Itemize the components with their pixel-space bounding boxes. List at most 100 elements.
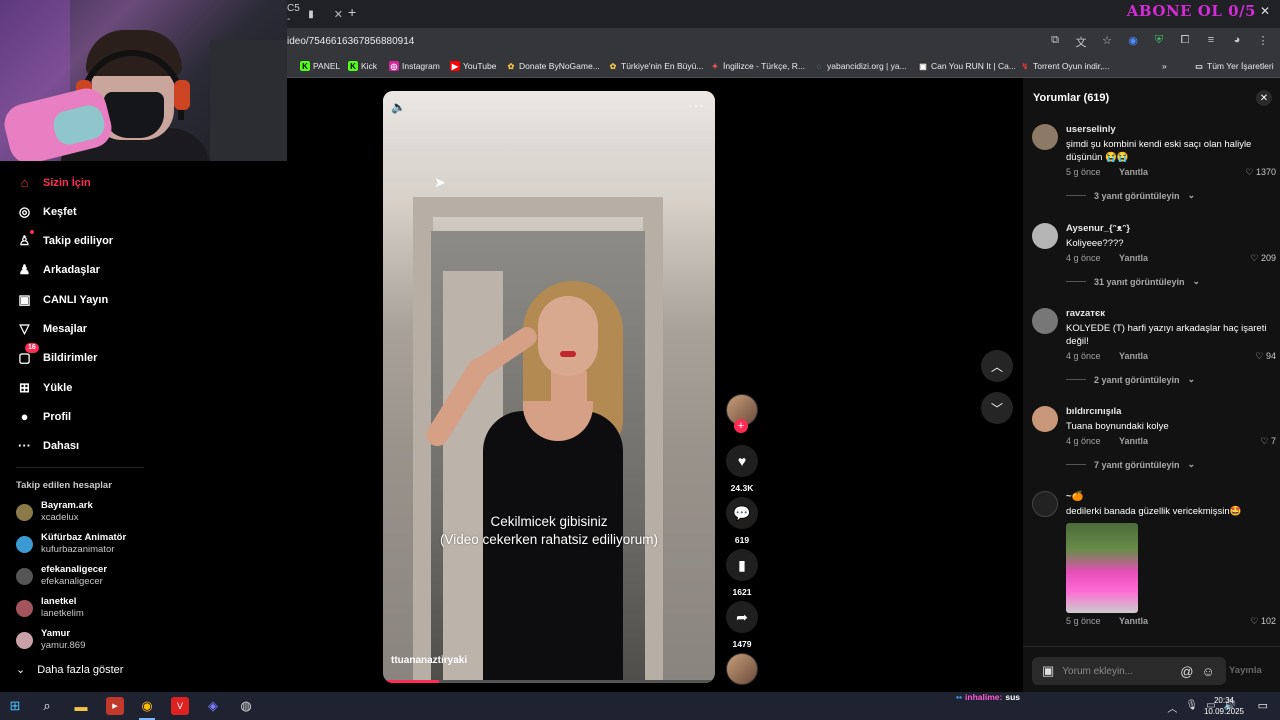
- followed-account[interactable]: Yamur yamur.869: [16, 628, 85, 652]
- comment-username[interactable]: bıldırcınışıla: [1066, 406, 1276, 418]
- avatar[interactable]: [1032, 491, 1058, 517]
- comment-like-button[interactable]: ♡ 209: [1250, 253, 1276, 264]
- obs-icon[interactable]: ◍: [237, 697, 255, 715]
- nav-notifications[interactable]: ▢ 16 Bildirimler: [16, 343, 97, 366]
- bookmark-youtube[interactable]: ▶ YouTube: [450, 61, 496, 71]
- bookmark-torrent[interactable]: ↯ Torrent Oyun indir,...: [1020, 61, 1110, 71]
- comment-like-button[interactable]: ♡ 7: [1260, 436, 1276, 447]
- reply-button[interactable]: Yanıtla: [1119, 436, 1148, 446]
- shield-icon[interactable]: ⛨: [1152, 34, 1166, 50]
- view-replies-button[interactable]: 2 yanıt görüntüleyin ⌄: [1066, 374, 1276, 385]
- like-button[interactable]: ♥ 24.3K: [724, 445, 760, 493]
- comment-username[interactable]: ravzaтєк: [1066, 308, 1276, 320]
- media-icon[interactable]: ≡: [1204, 34, 1218, 50]
- search-icon[interactable]: ⌕: [38, 697, 56, 715]
- windows-start-icon[interactable]: ⊞: [6, 697, 24, 715]
- video-author[interactable]: ttuananaztiryaki: [391, 655, 467, 666]
- mention-icon[interactable]: @: [1180, 664, 1193, 679]
- extensions-icon[interactable]: ⧠: [1178, 34, 1192, 50]
- browser-tab[interactable]: C5 - ▮ ✕: [287, 2, 343, 26]
- notification-icon[interactable]: ▭: [1258, 699, 1268, 712]
- save-button[interactable]: ▮ 1621: [724, 549, 760, 597]
- stream-app-icon[interactable]: ▶: [106, 697, 124, 715]
- bookmark-yabancidizi[interactable]: ◌ yabancidizi.org | ya...: [814, 61, 907, 71]
- followed-account[interactable]: Bayram.ark xcadelux: [16, 500, 93, 524]
- view-replies-button[interactable]: 3 yanıt görüntüleyin ⌄: [1066, 190, 1276, 201]
- app-icon[interactable]: V: [171, 697, 189, 715]
- comment-username[interactable]: Aysenur_{ᵔᴥᵔ}: [1066, 223, 1276, 235]
- comment-username[interactable]: ~🍊: [1066, 491, 1276, 503]
- comment-button[interactable]: 💬 619: [724, 497, 760, 545]
- followed-account[interactable]: lanetkel lanetkelim: [16, 596, 84, 620]
- file-explorer-icon[interactable]: ▬: [72, 697, 90, 715]
- follow-plus-icon[interactable]: +: [734, 419, 748, 433]
- avatar[interactable]: [1032, 308, 1058, 334]
- nav-following[interactable]: ♙ Takip ediliyor: [16, 230, 113, 249]
- nav-explore[interactable]: ◎ Keşfet: [16, 203, 77, 220]
- bookmark-panel[interactable]: K PANEL: [300, 61, 340, 71]
- more-options-icon[interactable]: ···: [688, 97, 705, 113]
- extension-blue-icon[interactable]: ◉: [1126, 34, 1140, 50]
- reply-button[interactable]: Yanıtla: [1119, 253, 1148, 263]
- close-icon[interactable]: ✕: [1256, 90, 1272, 106]
- reply-button[interactable]: Yanıtla: [1119, 167, 1148, 177]
- followed-account[interactable]: Küfürbaz Animatör kufurbazanimator: [16, 532, 126, 556]
- chrome-icon[interactable]: ◉: [138, 697, 156, 715]
- new-tab-button[interactable]: +: [348, 4, 356, 20]
- chevron-up-icon[interactable]: ︿: [1167, 700, 1177, 715]
- avatar[interactable]: [1032, 406, 1058, 432]
- bookmark-canyourun[interactable]: ▣ Can You RUN It | Ca...: [918, 61, 1016, 71]
- previous-video-button[interactable]: ︿: [981, 350, 1013, 382]
- comment-image[interactable]: [1066, 523, 1138, 613]
- post-button[interactable]: Yayınla: [1229, 665, 1262, 676]
- avatar[interactable]: [1032, 124, 1058, 150]
- nav-upload[interactable]: ⊞ Yükle: [16, 379, 72, 396]
- comment-like-button[interactable]: ♡ 94: [1255, 351, 1276, 362]
- show-more-button[interactable]: ⌄ Daha fazla göster: [16, 663, 123, 677]
- view-replies-button[interactable]: 7 yanıt görüntüleyin ⌄: [1066, 459, 1276, 470]
- nav-profile[interactable]: ● Profil: [16, 408, 72, 425]
- close-tab-icon[interactable]: ✕: [334, 8, 343, 21]
- followed-account[interactable]: efekanaligecer efekanaligecer: [16, 564, 107, 588]
- bookmark-reverso[interactable]: ✦ İngilizce - Türkçe, R...: [710, 61, 805, 71]
- sticker-icon[interactable]: ▣: [1042, 663, 1054, 679]
- nav-for-you[interactable]: ⌂ Sizin İçin: [16, 174, 91, 191]
- emoji-icon[interactable]: ☺: [1202, 664, 1215, 679]
- taskbar-clock[interactable]: 20:34 10.09.2025: [1204, 695, 1244, 717]
- bookmark-kick[interactable]: K Kick: [348, 61, 377, 71]
- comment-like-button[interactable]: ♡ 1370: [1245, 167, 1276, 178]
- nav-messages[interactable]: ▽ Mesajlar: [16, 320, 88, 337]
- avatar[interactable]: [1032, 223, 1058, 249]
- video-player[interactable]: 🔈 ··· Cekilmicek gibisiniz (Video cekerk…: [383, 91, 715, 683]
- share-button[interactable]: ➦ 1479: [724, 601, 760, 649]
- next-video-button[interactable]: ﹀: [981, 392, 1013, 424]
- comment-input-box[interactable]: ▣ @ ☺: [1032, 657, 1226, 685]
- bookmark-turkiye[interactable]: ✿ Türkiye'nin En Büyü...: [608, 61, 704, 71]
- comment-username[interactable]: userselinly: [1066, 124, 1276, 136]
- translate-icon[interactable]: 文: [1074, 34, 1088, 50]
- url-field[interactable]: ideo/7546616367856880914: [287, 36, 414, 47]
- video-progress-bar[interactable]: [383, 680, 715, 683]
- window-close-button[interactable]: ✕: [1260, 4, 1270, 18]
- bookmarks-overflow-icon[interactable]: »: [1162, 61, 1167, 71]
- comment-input[interactable]: [1062, 665, 1173, 677]
- bookmark-star-icon[interactable]: ☆: [1100, 34, 1114, 50]
- nav-live[interactable]: ▣ CANLI Yayın: [16, 291, 108, 308]
- comment-like-button[interactable]: ♡ 102: [1250, 616, 1276, 627]
- bookmark-instagram[interactable]: ◎ Instagram: [389, 61, 440, 71]
- microphone-icon[interactable]: 🎙: [1185, 700, 1198, 715]
- author-avatar-button[interactable]: +: [724, 394, 760, 433]
- view-replies-button[interactable]: 31 yanıt görüntüleyin ⌄: [1066, 276, 1276, 287]
- music-disc-button[interactable]: [724, 653, 760, 685]
- nav-more[interactable]: ··· Dahası: [16, 437, 79, 454]
- cast-icon[interactable]: ⧉: [1048, 34, 1062, 50]
- menu-dots-icon[interactable]: ⋮: [1256, 34, 1270, 50]
- bookmark-donate[interactable]: ✿ Donate ByNoGame...: [506, 61, 600, 71]
- volume-icon[interactable]: 🔈: [391, 100, 406, 114]
- discord-icon[interactable]: ◈: [204, 697, 222, 715]
- reply-button[interactable]: Yanıtla: [1119, 616, 1148, 626]
- nav-friends[interactable]: ♟ Arkadaşlar: [16, 261, 100, 278]
- all-bookmarks-folder[interactable]: ▭ Tüm Yer İşaretleri: [1194, 61, 1273, 71]
- reply-button[interactable]: Yanıtla: [1119, 351, 1148, 361]
- profile-avatar-icon[interactable]: ◕: [1230, 34, 1244, 50]
